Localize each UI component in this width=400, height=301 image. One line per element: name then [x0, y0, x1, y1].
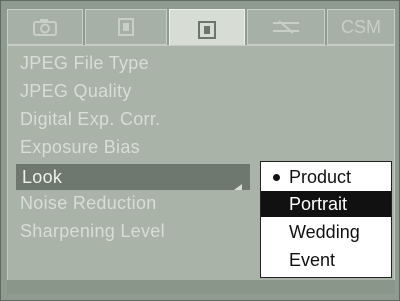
- look-options-popup: Product Portrait Wedding Event: [260, 161, 392, 278]
- option-wedding-label: Wedding: [289, 222, 360, 242]
- tools-icon: [271, 19, 301, 35]
- option-portrait[interactable]: Portrait: [261, 191, 391, 217]
- tab-csm[interactable]: CSM: [327, 9, 395, 45]
- tab-image[interactable]: [85, 9, 167, 45]
- tab-csm-label: CSM: [341, 16, 381, 37]
- custom-settings-icon: [197, 20, 217, 40]
- tab-custom-settings[interactable]: [169, 9, 245, 49]
- camera-icon: [32, 18, 58, 36]
- menu-item-jpeg-file-type[interactable]: JPEG File Type: [20, 53, 149, 74]
- option-event-label: Event: [289, 250, 336, 270]
- tab-tools[interactable]: [247, 9, 325, 45]
- menu-item-noise-reduction[interactable]: Noise Reduction: [20, 193, 157, 214]
- image-icon: [117, 17, 135, 37]
- menu-item-jpeg-quality[interactable]: JPEG Quality: [20, 81, 132, 102]
- menu-item-digital-exp-corr[interactable]: Digital Exp. Corr.: [20, 109, 160, 130]
- tab-bar: CSM: [7, 9, 395, 49]
- option-product[interactable]: Product: [261, 164, 391, 190]
- tab-camera[interactable]: [7, 9, 83, 45]
- submenu-arrow-icon: [234, 173, 242, 190]
- menu-item-sharpening-level[interactable]: Sharpening Level: [20, 221, 165, 242]
- option-portrait-label: Portrait: [289, 194, 348, 214]
- menu-item-look[interactable]: Look: [16, 164, 250, 190]
- selected-dot-icon: [273, 174, 280, 181]
- option-event[interactable]: Event: [261, 247, 391, 273]
- option-wedding[interactable]: Wedding: [261, 219, 391, 245]
- menu-item-look-label: Look: [22, 167, 63, 187]
- option-product-label: Product: [289, 167, 352, 187]
- camera-menu-screen: CSM JPEG File Type JPEG Quality Digital …: [0, 0, 400, 301]
- bottom-bar: [7, 280, 395, 294]
- menu-item-exposure-bias[interactable]: Exposure Bias: [20, 137, 140, 158]
